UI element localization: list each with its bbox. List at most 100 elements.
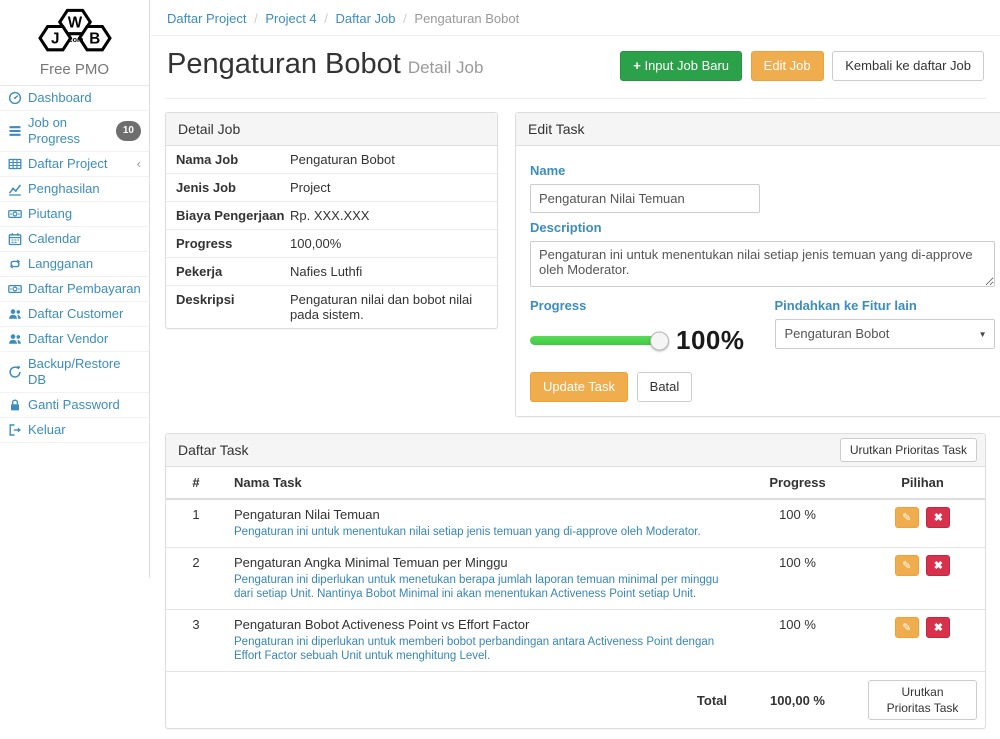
move-feature-selected: Pengaturan Bobot	[785, 326, 890, 341]
task-num: 3	[166, 610, 226, 672]
sidebar-item-keluar[interactable]: Keluar	[0, 418, 149, 443]
detail-job-panel-title: Detail Job	[166, 113, 497, 146]
detail-job-panel: Detail Job Nama Job Pengaturan Bobot Jen…	[165, 112, 498, 329]
detail-row-biaya: Biaya Pengerjaan Rp. XXX.XXX	[166, 202, 497, 230]
sidebar-menu: Dashboard Job on Progress 10 Daftar Proj…	[0, 86, 149, 443]
app-logo[interactable]: W J B .com Free PMO	[0, 0, 149, 86]
pencil-icon: ✎	[902, 511, 911, 524]
progress-slider-handle[interactable]	[650, 331, 669, 350]
description-label: Description	[530, 220, 995, 235]
refresh-icon	[8, 365, 22, 379]
delete-task-button[interactable]: ✖	[926, 507, 950, 528]
sidebar-item-daftar-project[interactable]: Daftar Project ‹	[0, 152, 149, 177]
caret-down-icon: ▼	[979, 321, 987, 349]
detail-row-progress: Progress 100,00%	[166, 230, 497, 258]
sidebar-item-label: Daftar Vendor	[28, 331, 108, 347]
sidebar-item-label: Daftar Project	[28, 156, 107, 172]
column-header-nama-task: Nama Task	[226, 467, 735, 499]
daftar-task-panel: Daftar Task Urutkan Prioritas Task # Nam…	[165, 433, 986, 729]
sidebar-item-job-on-progress[interactable]: Job on Progress 10	[0, 111, 149, 152]
breadcrumb-link-project-4[interactable]: Project 4	[265, 11, 316, 26]
jwb-logo-icon: W J B .com	[19, 5, 131, 57]
sidebar-item-langganan[interactable]: Langganan	[0, 252, 149, 277]
sidebar-item-label: Langganan	[28, 256, 93, 272]
edit-task-button[interactable]: ✎	[895, 507, 919, 528]
sidebar-item-label: Ganti Password	[28, 397, 120, 413]
edit-task-button[interactable]: ✎	[895, 555, 919, 576]
dashboard-icon	[8, 91, 22, 105]
sidebar-item-daftar-customer[interactable]: Daftar Customer	[0, 302, 149, 327]
table-footer-row: Total 100,00 % Urutkan Prioritas Task	[166, 672, 985, 729]
task-name: Pengaturan Nilai Temuan	[234, 507, 727, 522]
x-icon: ✖	[934, 621, 943, 634]
x-icon: ✖	[934, 511, 943, 524]
table-row: 2 Pengaturan Angka Minimal Temuan per Mi…	[166, 548, 985, 610]
job-count-badge: 10	[116, 121, 141, 141]
sidebar-item-calendar[interactable]: Calendar	[0, 227, 149, 252]
chart-line-icon	[8, 182, 22, 196]
sidebar-item-ganti-password[interactable]: Ganti Password	[0, 393, 149, 418]
sidebar-item-piutang[interactable]: Piutang	[0, 202, 149, 227]
detail-row-nama-job: Nama Job Pengaturan Bobot	[166, 146, 497, 174]
batal-button[interactable]: Batal	[637, 372, 693, 402]
urutkan-prioritas-task-button-bottom[interactable]: Urutkan Prioritas Task	[868, 680, 977, 720]
sidebar-item-daftar-pembayaran[interactable]: Daftar Pembayaran	[0, 277, 149, 302]
detail-row-jenis-job: Jenis Job Project	[166, 174, 497, 202]
delete-task-button[interactable]: ✖	[926, 617, 950, 638]
page-title: Pengaturan BobotDetail Job	[167, 48, 483, 84]
move-feature-label: Pindahkan ke Fitur lain	[775, 298, 995, 313]
sidebar-item-dashboard[interactable]: Dashboard	[0, 86, 149, 111]
edit-job-button[interactable]: Edit Job	[751, 51, 824, 81]
edit-task-panel: Edit Task Name Description Pengaturan in…	[515, 112, 1000, 417]
name-label: Name	[530, 163, 995, 178]
sidebar-item-backup-restore[interactable]: Backup/Restore DB	[0, 352, 149, 393]
urutkan-prioritas-task-button-top[interactable]: Urutkan Prioritas Task	[840, 438, 977, 462]
progress-slider[interactable]	[530, 336, 660, 345]
input-job-baru-button[interactable]: + Input Job Baru	[620, 51, 742, 81]
sidebar-item-label: Backup/Restore DB	[28, 356, 141, 388]
task-num: 1	[166, 499, 226, 548]
sidebar-item-label: Daftar Pembayaran	[28, 281, 141, 297]
calendar-icon	[8, 232, 22, 246]
chevron-left-icon: ‹	[137, 158, 141, 170]
edit-task-button[interactable]: ✎	[895, 617, 919, 638]
column-header-progress: Progress	[735, 467, 860, 499]
sidebar-item-daftar-vendor[interactable]: Daftar Vendor	[0, 327, 149, 352]
delete-task-button[interactable]: ✖	[926, 555, 950, 576]
breadcrumb-link-daftar-job[interactable]: Daftar Job	[336, 11, 396, 26]
logo-dotcom: .com	[66, 36, 83, 44]
breadcrumb-link-daftar-project[interactable]: Daftar Project	[167, 11, 246, 26]
logo-letter-w: W	[67, 14, 82, 31]
column-header-pilihan: Pilihan	[860, 467, 985, 499]
page-subtitle: Detail Job	[408, 58, 484, 77]
move-feature-select[interactable]: Pengaturan Bobot ▼	[775, 319, 995, 349]
task-name-input[interactable]	[530, 184, 760, 213]
table-icon	[8, 157, 22, 171]
update-task-button[interactable]: Update Task	[530, 372, 628, 402]
plus-icon: +	[633, 58, 641, 73]
users-icon	[8, 332, 22, 346]
kembali-ke-daftar-job-button[interactable]: Kembali ke daftar Job	[832, 51, 984, 81]
sidebar-item-label: Penghasilan	[28, 181, 100, 197]
task-description: Pengaturan ini diperlukan untuk menetuka…	[234, 573, 727, 601]
sidebar-item-label: Piutang	[28, 206, 72, 222]
brand-name: Free PMO	[0, 61, 149, 78]
breadcrumb: Daftar Project / Project 4 / Daftar Job …	[151, 0, 1000, 36]
money-icon	[8, 207, 22, 221]
task-description: Pengaturan ini diperlukan untuk memberi …	[234, 635, 727, 663]
breadcrumb-separator: /	[250, 11, 262, 26]
list-icon	[8, 124, 22, 138]
task-progress: 100 %	[735, 499, 860, 548]
daftar-task-panel-title: Daftar Task	[178, 442, 249, 458]
progress-value: 100%	[676, 325, 745, 356]
breadcrumb-current: Pengaturan Bobot	[414, 11, 519, 26]
lock-icon	[8, 398, 22, 412]
x-icon: ✖	[934, 559, 943, 572]
task-name: Pengaturan Angka Minimal Temuan per Ming…	[234, 555, 727, 570]
sidebar-item-penghasilan[interactable]: Penghasilan	[0, 177, 149, 202]
sidebar-item-label: Calendar	[28, 231, 81, 247]
task-table: # Nama Task Progress Pilihan 1 Pengatura…	[166, 467, 985, 728]
total-label: Total	[226, 672, 735, 729]
task-progress: 100 %	[735, 610, 860, 672]
task-description-textarea[interactable]: Pengaturan ini untuk menentukan nilai se…	[530, 241, 995, 287]
